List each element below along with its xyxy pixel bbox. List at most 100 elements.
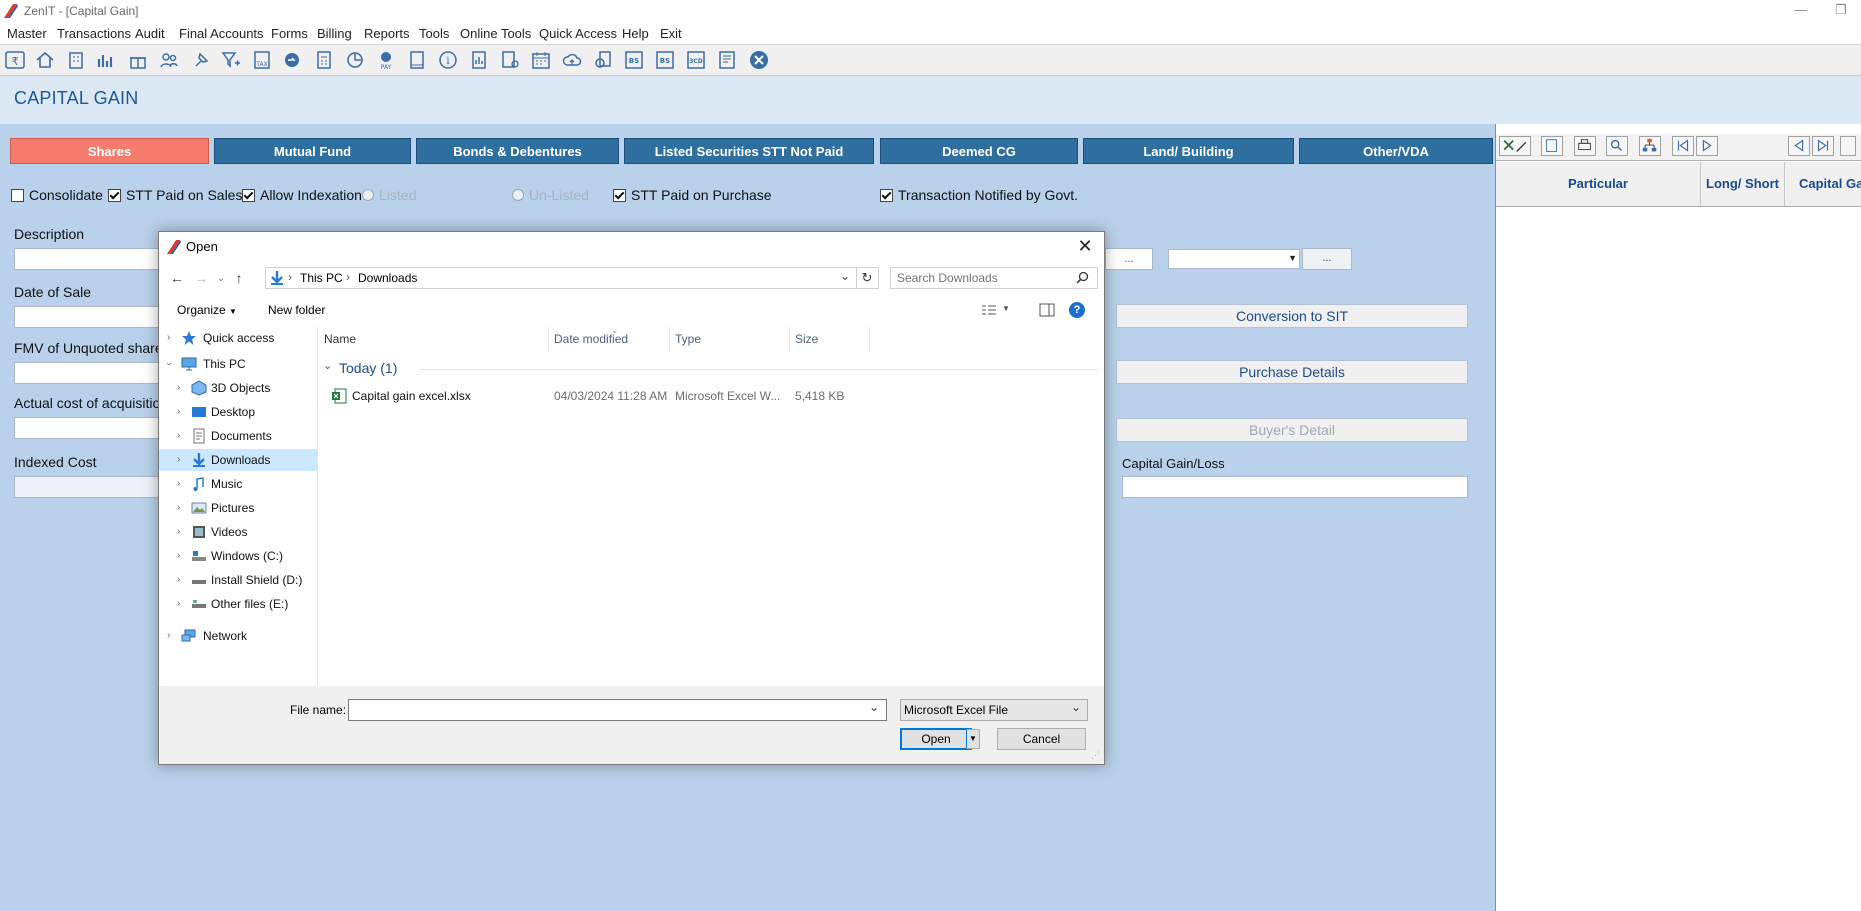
recent-locations-icon[interactable]: ⌄ (211, 268, 231, 288)
bs-group-icon[interactable]: BS (654, 49, 676, 71)
address-bar[interactable]: › This PC › Downloads ⌄ (265, 267, 857, 289)
menu-reports[interactable]: Reports (364, 26, 410, 41)
refresh-button[interactable]: ↻ (856, 267, 879, 289)
menu-forms[interactable]: Forms (271, 26, 308, 41)
close-icon[interactable] (748, 49, 770, 71)
capital-gain-loss-input[interactable] (1122, 476, 1468, 498)
last-page-icon[interactable] (1812, 136, 1834, 156)
file-type-select[interactable]: Microsoft Excel File ⌄ (900, 699, 1088, 721)
next-icon[interactable] (1696, 136, 1718, 156)
consolidate-checkbox[interactable]: Consolidate (11, 187, 103, 203)
print-icon[interactable] (1574, 136, 1596, 156)
nav-other-files-e[interactable]: › Other files (E:) (159, 593, 317, 615)
unlisted-radio[interactable]: Un-Listed (512, 187, 589, 203)
cloud-upload-icon[interactable] (561, 49, 583, 71)
open-button[interactable]: Open (900, 728, 972, 750)
tab-bonds-debentures[interactable]: Bonds & Debentures (416, 138, 619, 164)
export-icon[interactable] (1499, 136, 1531, 156)
cancel-button[interactable]: Cancel (997, 728, 1086, 750)
chevron-right-icon[interactable]: › (177, 545, 180, 567)
tab-mutual-fund[interactable]: Mutual Fund (214, 138, 411, 164)
column-capital-gain[interactable]: Capital Gain (1785, 162, 1861, 206)
nav-quick-access[interactable]: › Quick access (159, 327, 317, 349)
find-icon[interactable] (1606, 136, 1628, 156)
home-icon[interactable] (34, 49, 56, 71)
nav-music[interactable]: › Music (159, 473, 317, 495)
chevron-down-icon[interactable]: ⌄ (840, 269, 850, 283)
nav-3d-objects[interactable]: › 3D Objects (159, 377, 317, 399)
column-type[interactable]: Type (670, 327, 790, 351)
gift-icon[interactable] (127, 49, 149, 71)
pie-chart-icon[interactable] (344, 49, 366, 71)
chevron-right-icon[interactable]: › (177, 497, 180, 519)
purchase-details-button[interactable]: Purchase Details (1116, 360, 1468, 384)
breadcrumb-this-pc[interactable]: This PC (300, 271, 343, 285)
filter-icon[interactable] (220, 49, 242, 71)
chevron-right-icon[interactable]: › (177, 449, 180, 471)
tab-shares[interactable]: Shares (10, 138, 209, 164)
forward-arrow-icon[interactable]: → (191, 268, 211, 288)
menu-final-accounts[interactable]: Final Accounts (179, 26, 264, 41)
nav-network[interactable]: › Network (159, 625, 317, 647)
chevron-right-icon[interactable]: › (177, 593, 180, 615)
nav-downloads[interactable]: › Downloads (159, 449, 317, 471)
preview-pane-icon[interactable] (1039, 303, 1055, 317)
isin-browse-button[interactable]: ... (1105, 248, 1153, 270)
bs-icon[interactable]: BS (623, 49, 645, 71)
column-particular[interactable]: Particular (1496, 162, 1701, 206)
back-arrow-icon[interactable]: ← (167, 268, 187, 288)
breadcrumb-downloads[interactable]: Downloads (358, 271, 417, 285)
nav-documents[interactable]: › Documents (159, 425, 317, 447)
save-doc-icon[interactable] (1541, 136, 1563, 156)
tab-listed-securities[interactable]: Listed Securities STT Not Paid (624, 138, 874, 164)
rupee-icon[interactable]: ₹ (4, 49, 26, 71)
report-icon[interactable] (468, 49, 490, 71)
new-folder-button[interactable]: New folder (268, 303, 325, 317)
stt-paid-on-sales-checkbox[interactable]: STT Paid on Sales (108, 187, 242, 203)
chevron-right-icon[interactable]: › (177, 473, 180, 495)
tab-other-vda[interactable]: Other/VDA (1299, 138, 1493, 164)
menu-billing[interactable]: Billing (317, 26, 352, 41)
group-header-today[interactable]: ⌄ Today (1) (323, 359, 1100, 379)
help-button[interactable]: ? (1069, 302, 1085, 318)
building-icon[interactable] (65, 49, 87, 71)
chevron-right-icon[interactable]: › (177, 521, 180, 543)
organize-menu[interactable]: Organize ▼ (177, 303, 237, 317)
refresh-icon[interactable] (281, 49, 303, 71)
chevron-right-icon[interactable]: › (177, 401, 180, 423)
menu-transactions[interactable]: Transactions (57, 26, 131, 41)
ellipsis-button[interactable]: ... (1302, 248, 1352, 270)
chevron-right-icon[interactable]: › (177, 425, 180, 447)
nav-pictures[interactable]: › Pictures (159, 497, 317, 519)
chevron-right-icon[interactable]: › (167, 327, 170, 349)
nav-install-shield-d[interactable]: › Install Shield (D:) (159, 569, 317, 591)
form-icon[interactable] (716, 49, 738, 71)
minimize-button[interactable]: — (1786, 2, 1816, 20)
transaction-notified-checkbox[interactable]: Transaction Notified by Govt. (880, 187, 1078, 203)
file-row[interactable]: Capital gain excel.xlsx 04/03/2024 11:28… (331, 385, 861, 407)
buyers-detail-button[interactable]: Buyer's Detail (1116, 418, 1468, 442)
dialog-close-button[interactable]: ✕ (1072, 235, 1098, 257)
first-page-icon[interactable] (1672, 136, 1694, 156)
nav-desktop[interactable]: › Desktop (159, 401, 317, 423)
nav-this-pc[interactable]: › This PC (159, 353, 317, 375)
select-box[interactable] (1840, 136, 1856, 156)
chevron-right-icon[interactable]: › (167, 625, 170, 647)
column-name[interactable]: Name (319, 327, 549, 351)
column-long-short[interactable]: Long/ Short (1701, 162, 1785, 206)
pay-icon[interactable]: PAY (375, 49, 397, 71)
date-of-sale-input[interactable] (14, 306, 164, 328)
menu-quick-access[interactable]: Quick Access (539, 26, 617, 41)
info-icon[interactable]: i (437, 49, 459, 71)
column-size[interactable]: Size (790, 327, 870, 351)
menu-exit[interactable]: Exit (660, 26, 682, 41)
file-name-input[interactable]: ⌄ (348, 699, 887, 721)
bar-chart-icon[interactable] (95, 49, 117, 71)
search-input[interactable] (895, 269, 1069, 287)
open-split-dropdown[interactable]: ▼ (966, 729, 980, 749)
chevron-right-icon[interactable]: › (177, 377, 180, 399)
listed-radio[interactable]: Listed (362, 187, 416, 203)
description-input[interactable] (14, 248, 164, 270)
people-icon[interactable] (158, 49, 180, 71)
fmv-unquoted-input[interactable] (14, 362, 164, 384)
